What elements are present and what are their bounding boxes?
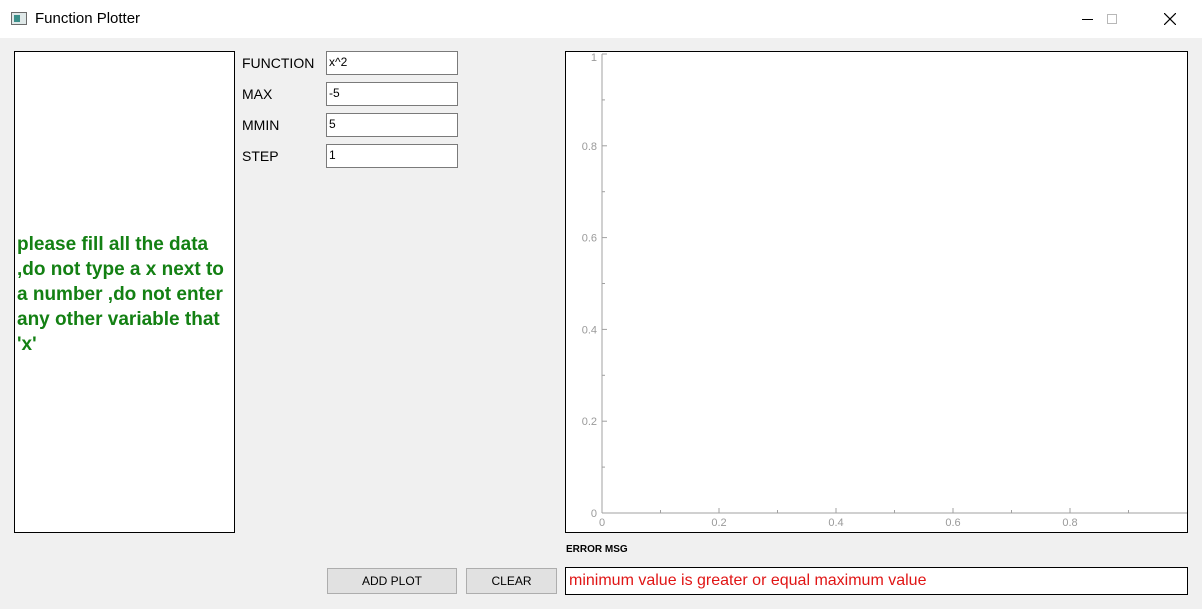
add-plot-button[interactable]: ADD PLOT — [327, 568, 457, 594]
clear-button[interactable]: CLEAR — [466, 568, 557, 594]
x-tick-label: 0.8 — [1062, 517, 1077, 529]
step-input[interactable]: 1 — [326, 144, 458, 168]
y-tick-label: 0.4 — [582, 324, 597, 336]
function-input[interactable]: x^2 — [326, 51, 458, 75]
plot-canvas: 0 0.2 0.4 0.6 0.8 1 0 0.2 0.4 0.6 0.8 — [582, 52, 1187, 529]
plot-area[interactable]: 0 0.2 0.4 0.6 0.8 1 0 0.2 0.4 0.6 0.8 — [565, 51, 1188, 533]
error-message: minimum value is greater or equal maximu… — [565, 567, 1188, 595]
step-label: STEP — [242, 148, 279, 164]
y-tick-label: 1 — [591, 52, 597, 64]
y-tick-label: 0.8 — [582, 141, 597, 153]
max-input[interactable]: -5 — [326, 82, 458, 106]
function-label: FUNCTION — [242, 55, 315, 71]
info-text: please fill all the data ,do not type a … — [17, 234, 224, 355]
maximize-button[interactable] — [1089, 0, 1135, 38]
close-icon — [1164, 13, 1176, 25]
min-input[interactable]: 5 — [326, 113, 458, 137]
x-tick-label: 0.4 — [828, 517, 843, 529]
x-tick-label: 0 — [599, 517, 605, 529]
y-tick-label: 0.2 — [582, 416, 597, 428]
max-label: MAX — [242, 86, 273, 102]
window-title: Function Plotter — [35, 10, 141, 27]
title-bar: Function Plotter — [0, 0, 1202, 38]
info-panel: please fill all the data ,do not type a … — [14, 51, 235, 533]
error-label: ERROR MSG — [566, 544, 628, 555]
x-tick-label: 0.2 — [711, 517, 726, 529]
x-tick-label: 0.6 — [945, 517, 960, 529]
min-label: MMIN — [242, 117, 280, 133]
y-tick-label: 0 — [591, 508, 597, 520]
app-icon — [11, 12, 27, 25]
close-button[interactable] — [1147, 0, 1193, 38]
maximize-icon — [1107, 14, 1117, 24]
y-tick-label: 0.6 — [582, 233, 597, 245]
